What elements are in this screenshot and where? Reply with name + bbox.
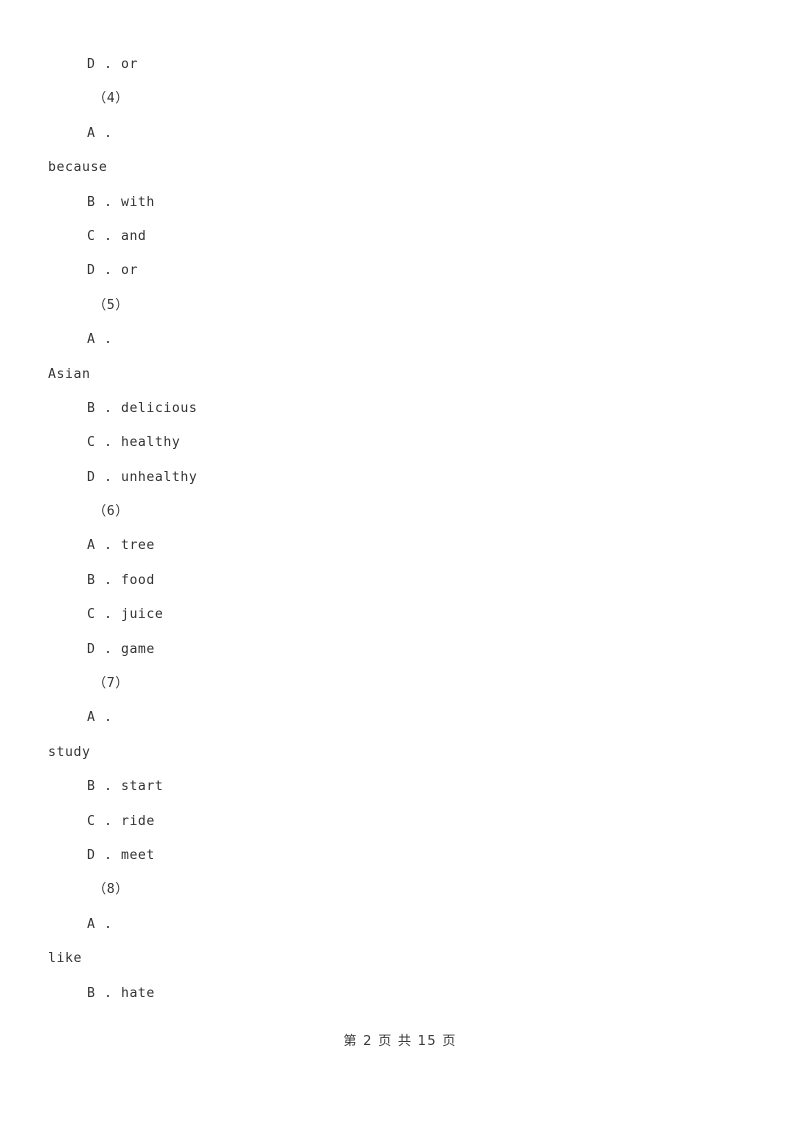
question-number: （4） <box>93 91 129 107</box>
answer-option-line: D . or <box>87 57 138 72</box>
answer-option-line: B . start <box>87 779 164 795</box>
answer-option-line: D . or <box>87 263 138 279</box>
answer-option-line: A . <box>87 710 113 726</box>
answer-option-line: D . meet <box>87 847 155 863</box>
answer-option-line: B . food <box>87 572 155 588</box>
answer-option-line: C . juice <box>87 607 164 623</box>
wrapped-answer-text: like <box>48 951 82 967</box>
question-number: （7） <box>93 676 129 692</box>
question-number: （6） <box>93 504 129 520</box>
answer-option-line: B . delicious <box>87 400 198 416</box>
answer-option-line: A . tree <box>87 538 155 554</box>
answer-option-line: D . game <box>87 641 155 657</box>
answer-option-line: A . <box>87 125 113 141</box>
page-footer: 第 2 页 共 15 页 <box>343 1034 457 1049</box>
answer-option-line: B . hate <box>87 985 155 1001</box>
answer-option-line: C . healthy <box>87 435 181 451</box>
wrapped-answer-text: study <box>48 744 91 760</box>
answer-option-line: A . <box>87 916 113 932</box>
wrapped-answer-text: because <box>48 160 108 176</box>
answer-option-line: A . <box>87 332 113 348</box>
page-body-text: D . or （4） A . because B . with C . and … <box>48 48 752 1011</box>
answer-option-line: B . with <box>87 194 155 210</box>
document-page: D . or （4） A . because B . with C . and … <box>0 0 800 1132</box>
question-number: （5） <box>93 297 129 313</box>
answer-option-line: D . unhealthy <box>87 469 198 485</box>
answer-option-line: C . ride <box>87 813 155 829</box>
question-number: （8） <box>93 882 129 898</box>
answer-option-line: C . and <box>87 228 147 244</box>
wrapped-answer-text: Asian <box>48 366 91 382</box>
